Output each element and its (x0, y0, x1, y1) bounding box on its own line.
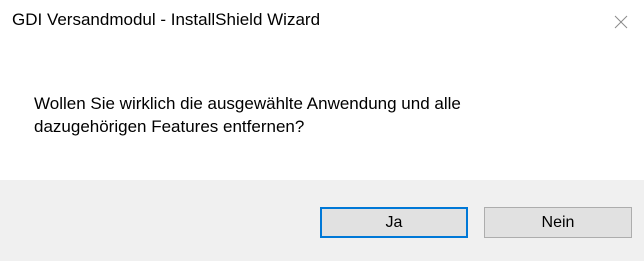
message-line-1: Wollen Sie wirklich die ausgewählte Anwe… (34, 94, 461, 113)
no-button[interactable]: Nein (484, 207, 632, 238)
close-icon (614, 15, 628, 29)
message-line-2: dazugehörigen Features entfernen? (34, 117, 305, 136)
title-bar[interactable]: GDI Versandmodul - InstallShield Wizard (0, 0, 644, 44)
window-title: GDI Versandmodul - InstallShield Wizard (12, 10, 321, 29)
uninstall-confirm-dialog: GDI Versandmodul - InstallShield Wizard … (0, 0, 644, 261)
yes-button[interactable]: Ja (320, 207, 468, 238)
close-button[interactable] (600, 0, 644, 44)
confirmation-message: Wollen Sie wirklich die ausgewählte Anwe… (34, 92, 624, 138)
button-bar: Ja Nein (0, 180, 644, 261)
